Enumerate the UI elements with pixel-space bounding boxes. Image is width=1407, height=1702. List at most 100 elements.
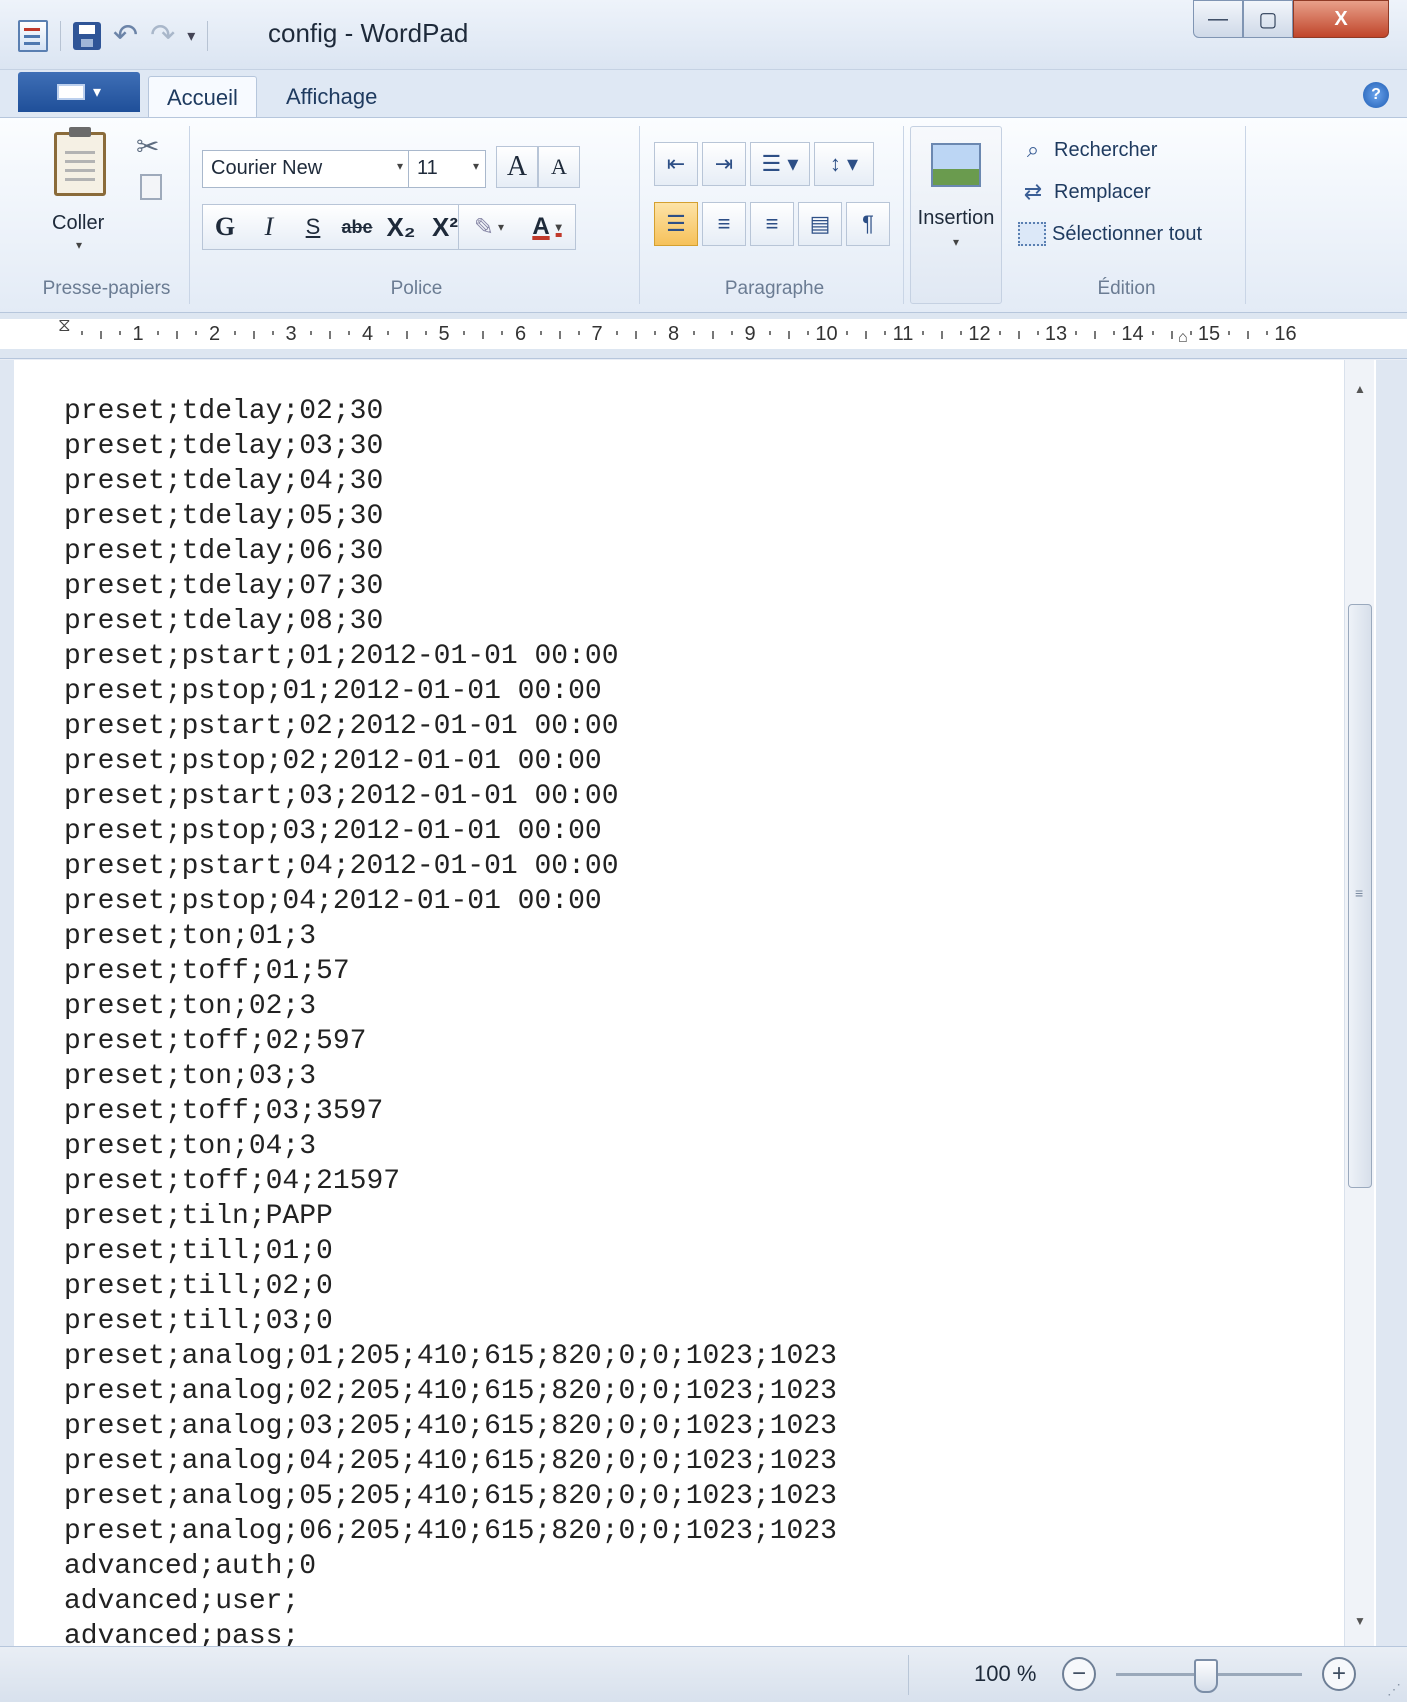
document-page[interactable]: preset;tdelay;02;30 preset;tdelay;03;30 pr…	[14, 360, 1376, 1646]
ruler[interactable]: ⧖ 1 2 3 4 5 6 7 8 9 10 11 12 13 14 15 16 ⌂	[0, 313, 1407, 359]
ruler-tick	[654, 331, 657, 335]
indent-marker-icon[interactable]: ⧖	[58, 315, 71, 336]
wordpad-app-icon[interactable]	[18, 20, 48, 52]
document-line[interactable]: preset;toff;02;597	[64, 1024, 837, 1059]
document-line[interactable]: preset;analog;03;205;410;615;820;0;0;102…	[64, 1409, 837, 1444]
text-color-symbol: A	[532, 213, 550, 240]
strikethrough-button[interactable]: abe	[335, 205, 379, 249]
customize-qat-dropdown-icon[interactable]: ▾	[187, 26, 195, 46]
ruler-tick	[1189, 331, 1192, 335]
align-right-icon[interactable]: ≡	[750, 202, 794, 246]
underline-button[interactable]: S	[291, 205, 335, 249]
document-line[interactable]: preset;toff;03;3597	[64, 1094, 837, 1129]
cut-icon[interactable]: ✂	[136, 130, 159, 163]
document-line[interactable]: preset;ton;02;3	[64, 989, 837, 1024]
maximize-button[interactable]: ▢	[1243, 0, 1293, 38]
ruler-tick	[348, 331, 351, 335]
ruler-tick	[501, 331, 504, 335]
justify-icon[interactable]: ▤	[798, 202, 842, 246]
paste-icon[interactable]	[54, 127, 106, 196]
find-button[interactable]: ⌕ Rechercher	[1018, 132, 1158, 168]
replace-button[interactable]: ⇄ Remplacer	[1018, 174, 1151, 210]
ruler-label: 13	[1044, 323, 1068, 345]
document-line[interactable]: preset;pstop;01;2012-01-01 00:00	[64, 674, 837, 709]
insert-button[interactable]: Insertion ▾	[910, 126, 1002, 304]
document-line[interactable]: preset;toff;04;21597	[64, 1164, 837, 1199]
document-line[interactable]: advanced;pass;	[64, 1619, 837, 1646]
scrollbar-thumb[interactable]: ≡	[1348, 604, 1372, 1188]
highlight-icon[interactable]: ✎ ▾	[459, 205, 519, 249]
close-button[interactable]: X	[1293, 0, 1389, 38]
zoom-in-button[interactable]: +	[1322, 1657, 1356, 1691]
font-size-select[interactable]: 11 ▾	[408, 150, 486, 188]
decrease-indent-icon[interactable]: ⇤	[654, 142, 698, 186]
document-line[interactable]: preset;tdelay;06;30	[64, 534, 837, 569]
quick-access-toolbar: ↶ ↷ ▾	[18, 18, 209, 54]
document-line[interactable]: preset;pstop;03;2012-01-01 00:00	[64, 814, 837, 849]
grow-font-button[interactable]: A	[496, 146, 538, 188]
paragraph-settings-icon[interactable]: ¶	[846, 202, 890, 246]
zoom-out-button[interactable]: −	[1062, 1657, 1096, 1691]
document-line[interactable]: preset;pstop;04;2012-01-01 00:00	[64, 884, 837, 919]
document-line[interactable]: preset;pstart;01;2012-01-01 00:00	[64, 639, 837, 674]
document-line[interactable]: advanced;auth;0	[64, 1549, 837, 1584]
document-line[interactable]: preset;ton;04;3	[64, 1129, 837, 1164]
document-line[interactable]: preset;analog;02;205;410;615;820;0;0;102…	[64, 1374, 837, 1409]
subscript-button[interactable]: X₂	[379, 205, 423, 249]
document-line[interactable]: preset;tiln;PAPP	[64, 1199, 837, 1234]
align-center-icon[interactable]: ≡	[702, 202, 746, 246]
vertical-scrollbar[interactable]: ▲ ≡ ▼	[1344, 360, 1374, 1646]
save-icon[interactable]	[73, 22, 101, 50]
scroll-up-icon[interactable]: ▲	[1345, 374, 1375, 404]
help-icon[interactable]: ?	[1363, 82, 1389, 108]
app-menu-button[interactable]: ▾	[18, 72, 140, 112]
text-color-icon[interactable]: A ▾	[519, 205, 575, 249]
document-line[interactable]: preset;pstart;03;2012-01-01 00:00	[64, 779, 837, 814]
increase-indent-icon[interactable]: ⇥	[702, 142, 746, 186]
ruler-tick	[941, 331, 944, 339]
line-spacing-icon[interactable]: ↕ ▾	[814, 142, 874, 186]
align-left-icon[interactable]: ☰	[654, 202, 698, 246]
document-line[interactable]: preset;tdelay;07;30	[64, 569, 837, 604]
document-line[interactable]: preset;analog;01;205;410;615;820;0;0;102…	[64, 1339, 837, 1374]
ruler-tick	[883, 331, 886, 335]
document-line[interactable]: preset;pstart;02;2012-01-01 00:00	[64, 709, 837, 744]
minimize-button[interactable]: —	[1193, 0, 1243, 38]
document-line[interactable]: preset;analog;06;205;410;615;820;0;0;102…	[64, 1514, 837, 1549]
zoom-slider-thumb[interactable]	[1194, 1659, 1218, 1693]
redo-icon[interactable]: ↷	[150, 21, 175, 51]
right-indent-marker-icon[interactable]: ⌂	[1178, 329, 1188, 347]
document-line[interactable]: preset;till;03;0	[64, 1304, 837, 1339]
document-line[interactable]: preset;pstop;02;2012-01-01 00:00	[64, 744, 837, 779]
document-line[interactable]: preset;analog;05;205;410;615;820;0;0;102…	[64, 1479, 837, 1514]
paste-button-label[interactable]: Coller	[52, 212, 104, 235]
document-line[interactable]: preset;analog;04;205;410;615;820;0;0;102…	[64, 1444, 837, 1479]
paste-dropdown-icon[interactable]: ▾	[76, 238, 82, 252]
document-line[interactable]: preset;tdelay;04;30	[64, 464, 837, 499]
document-line[interactable]: preset;tdelay;08;30	[64, 604, 837, 639]
document-line[interactable]: preset;ton;03;3	[64, 1059, 837, 1094]
document-line[interactable]: preset;till;01;0	[64, 1234, 837, 1269]
font-family-select[interactable]: Courier New ▾	[202, 150, 410, 188]
document-line[interactable]: preset;tdelay;05;30	[64, 499, 837, 534]
document-line[interactable]: advanced;user;	[64, 1584, 837, 1619]
select-all-button[interactable]: Sélectionner tout	[1018, 216, 1202, 252]
document-line[interactable]: preset;ton;01;3	[64, 919, 837, 954]
document-line[interactable]: preset;tdelay;03;30	[64, 429, 837, 464]
scroll-down-icon[interactable]: ▼	[1345, 1606, 1375, 1636]
italic-button[interactable]: I	[247, 205, 291, 249]
document-line[interactable]: preset;pstart;04;2012-01-01 00:00	[64, 849, 837, 884]
tab-accueil[interactable]: Accueil	[148, 76, 257, 118]
document-text[interactable]: preset;tdelay;02;30 preset;tdelay;03;30 pr…	[64, 394, 837, 1646]
shrink-font-button[interactable]: A	[538, 146, 580, 188]
ruler-label: 8	[667, 323, 680, 345]
document-line[interactable]: preset;toff;01;57	[64, 954, 837, 989]
bold-button[interactable]: G	[203, 205, 247, 249]
resize-grip-icon[interactable]: ⋰	[1387, 1681, 1401, 1698]
bullet-list-icon[interactable]: ☰ ▾	[750, 142, 810, 186]
tab-affichage[interactable]: Affichage	[268, 76, 395, 118]
copy-icon[interactable]	[140, 174, 162, 200]
document-line[interactable]: preset;till;02;0	[64, 1269, 837, 1304]
undo-icon[interactable]: ↶	[113, 21, 138, 51]
document-line[interactable]: preset;tdelay;02;30	[64, 394, 837, 429]
